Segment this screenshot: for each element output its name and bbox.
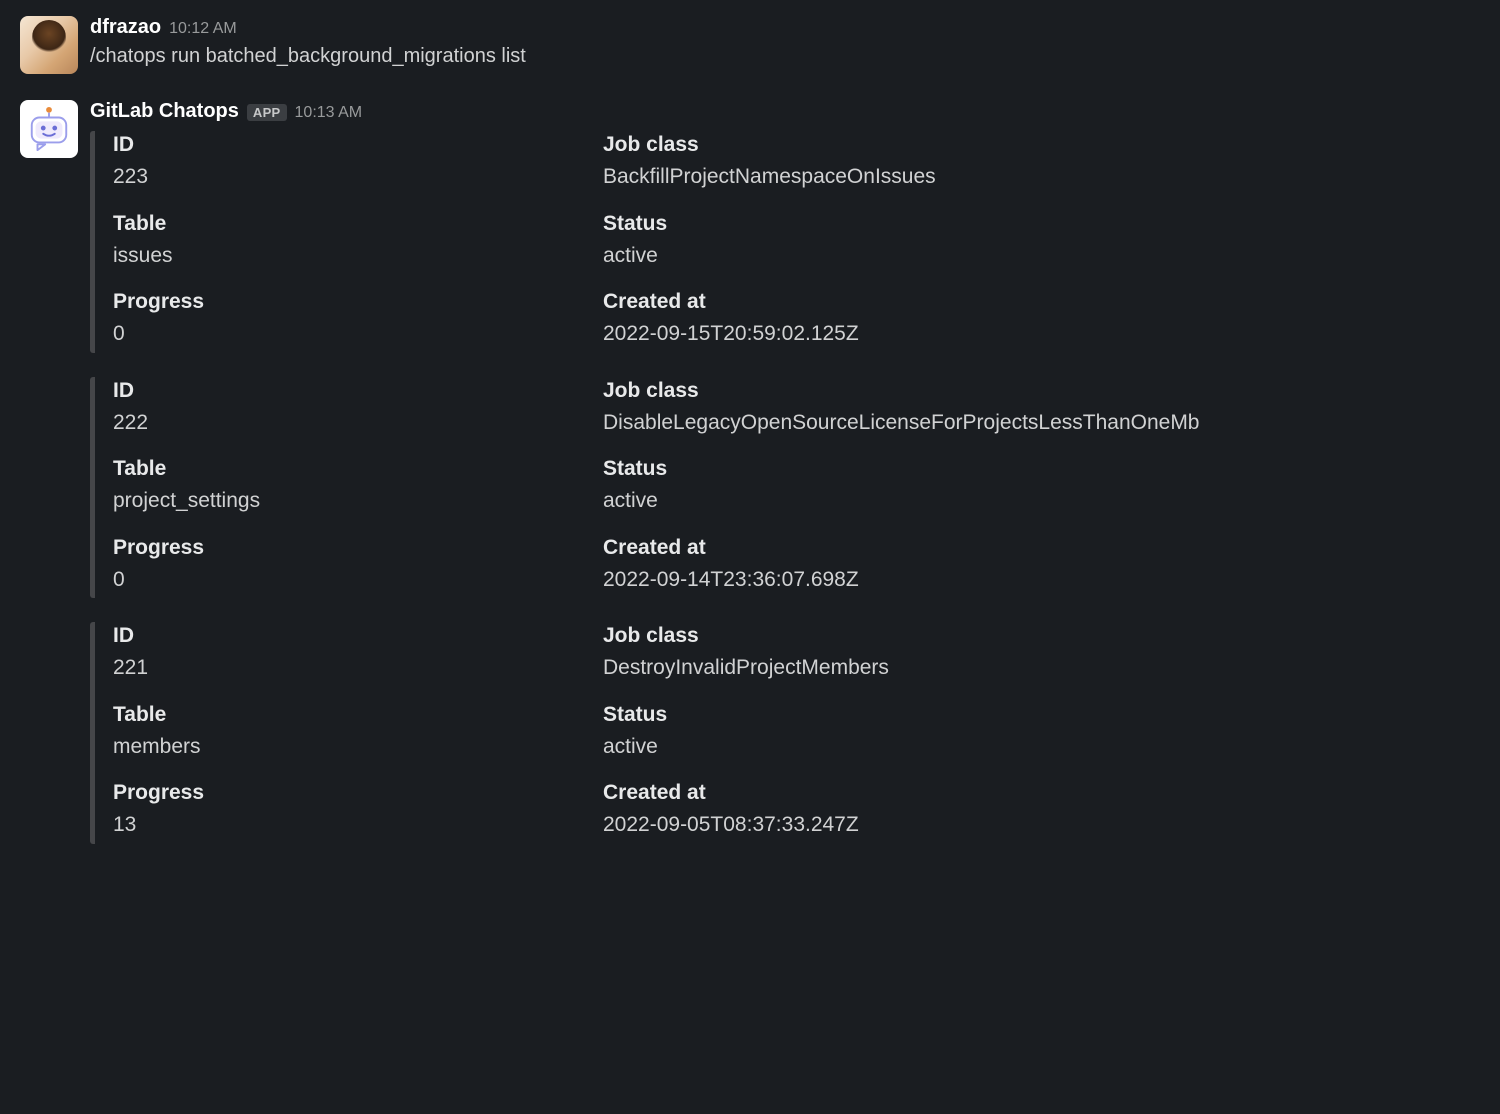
field-grid: ID 223 Job class BackfillProjectNamespac… bbox=[113, 133, 1480, 351]
field-status: Status active bbox=[603, 703, 1480, 764]
field-label-job-class: Job class bbox=[603, 624, 1480, 648]
field-job-class: Job class DisableLegacyOpenSourceLicense… bbox=[603, 379, 1480, 440]
field-label-status: Status bbox=[603, 457, 1480, 481]
field-grid: ID 222 Job class DisableLegacyOpenSource… bbox=[113, 379, 1480, 597]
migration-attachment: ID 223 Job class BackfillProjectNamespac… bbox=[90, 131, 1480, 353]
field-created-at: Created at 2022-09-14T23:36:07.698Z bbox=[603, 536, 1480, 597]
field-label-progress: Progress bbox=[113, 536, 603, 560]
field-value-id: 221 bbox=[113, 652, 603, 685]
author-name[interactable]: GitLab Chatops bbox=[90, 100, 239, 123]
field-label-id: ID bbox=[113, 133, 603, 157]
field-job-class: Job class BackfillProjectNamespaceOnIssu… bbox=[603, 133, 1480, 194]
field-value-status: active bbox=[603, 240, 1480, 273]
field-value-id: 223 bbox=[113, 161, 603, 194]
field-label-table: Table bbox=[113, 703, 603, 727]
field-table: Table project_settings bbox=[113, 457, 603, 518]
field-label-job-class: Job class bbox=[603, 133, 1480, 157]
field-label-job-class: Job class bbox=[603, 379, 1480, 403]
field-value-created-at: 2022-09-14T23:36:07.698Z bbox=[603, 564, 1480, 597]
field-value-table: issues bbox=[113, 240, 603, 273]
message-header: GitLab Chatops APP 10:13 AM bbox=[90, 100, 1480, 123]
field-value-table: members bbox=[113, 731, 603, 764]
field-value-status: active bbox=[603, 731, 1480, 764]
message-timestamp[interactable]: 10:13 AM bbox=[295, 104, 363, 122]
message-timestamp[interactable]: 10:12 AM bbox=[169, 20, 237, 38]
field-value-progress: 13 bbox=[113, 809, 603, 842]
migration-attachment: ID 222 Job class DisableLegacyOpenSource… bbox=[90, 377, 1480, 599]
field-label-progress: Progress bbox=[113, 781, 603, 805]
field-value-progress: 0 bbox=[113, 318, 603, 351]
field-created-at: Created at 2022-09-15T20:59:02.125Z bbox=[603, 290, 1480, 351]
field-id: ID 223 bbox=[113, 133, 603, 194]
field-label-created-at: Created at bbox=[603, 536, 1480, 560]
chatops-bot-icon bbox=[26, 106, 72, 152]
field-status: Status active bbox=[603, 212, 1480, 273]
message-header: dfrazao 10:12 AM bbox=[90, 16, 1480, 39]
field-value-table: project_settings bbox=[113, 485, 603, 518]
message-body: dfrazao 10:12 AM /chatops run batched_ba… bbox=[90, 16, 1480, 74]
app-badge: APP bbox=[247, 104, 287, 121]
field-label-progress: Progress bbox=[113, 290, 603, 314]
field-label-table: Table bbox=[113, 457, 603, 481]
field-label-created-at: Created at bbox=[603, 781, 1480, 805]
field-progress: Progress 0 bbox=[113, 290, 603, 351]
field-label-id: ID bbox=[113, 624, 603, 648]
field-value-id: 222 bbox=[113, 407, 603, 440]
field-label-status: Status bbox=[603, 703, 1480, 727]
field-value-job-class: DisableLegacyOpenSourceLicenseForProject… bbox=[603, 407, 1480, 440]
field-label-status: Status bbox=[603, 212, 1480, 236]
avatar-bot[interactable] bbox=[20, 100, 78, 158]
author-name[interactable]: dfrazao bbox=[90, 16, 161, 39]
field-label-table: Table bbox=[113, 212, 603, 236]
message-text: /chatops run batched_background_migratio… bbox=[90, 41, 1480, 71]
field-value-job-class: BackfillProjectNamespaceOnIssues bbox=[603, 161, 1480, 194]
field-label-created-at: Created at bbox=[603, 290, 1480, 314]
field-status: Status active bbox=[603, 457, 1480, 518]
field-grid: ID 221 Job class DestroyInvalidProjectMe… bbox=[113, 624, 1480, 842]
migration-attachment: ID 221 Job class DestroyInvalidProjectMe… bbox=[90, 622, 1480, 844]
field-table: Table members bbox=[113, 703, 603, 764]
field-created-at: Created at 2022-09-05T08:37:33.247Z bbox=[603, 781, 1480, 842]
field-value-created-at: 2022-09-15T20:59:02.125Z bbox=[603, 318, 1480, 351]
message-user: dfrazao 10:12 AM /chatops run batched_ba… bbox=[0, 12, 1500, 78]
field-job-class: Job class DestroyInvalidProjectMembers bbox=[603, 624, 1480, 685]
field-id: ID 222 bbox=[113, 379, 603, 440]
field-value-created-at: 2022-09-05T08:37:33.247Z bbox=[603, 809, 1480, 842]
field-label-id: ID bbox=[113, 379, 603, 403]
field-value-status: active bbox=[603, 485, 1480, 518]
avatar-user[interactable] bbox=[20, 16, 78, 74]
field-id: ID 221 bbox=[113, 624, 603, 685]
message-bot: GitLab Chatops APP 10:13 AM ID 223 Job c… bbox=[0, 96, 1500, 872]
field-value-progress: 0 bbox=[113, 564, 603, 597]
message-body: GitLab Chatops APP 10:13 AM ID 223 Job c… bbox=[90, 100, 1480, 868]
field-progress: Progress 13 bbox=[113, 781, 603, 842]
field-progress: Progress 0 bbox=[113, 536, 603, 597]
field-table: Table issues bbox=[113, 212, 603, 273]
field-value-job-class: DestroyInvalidProjectMembers bbox=[603, 652, 1480, 685]
